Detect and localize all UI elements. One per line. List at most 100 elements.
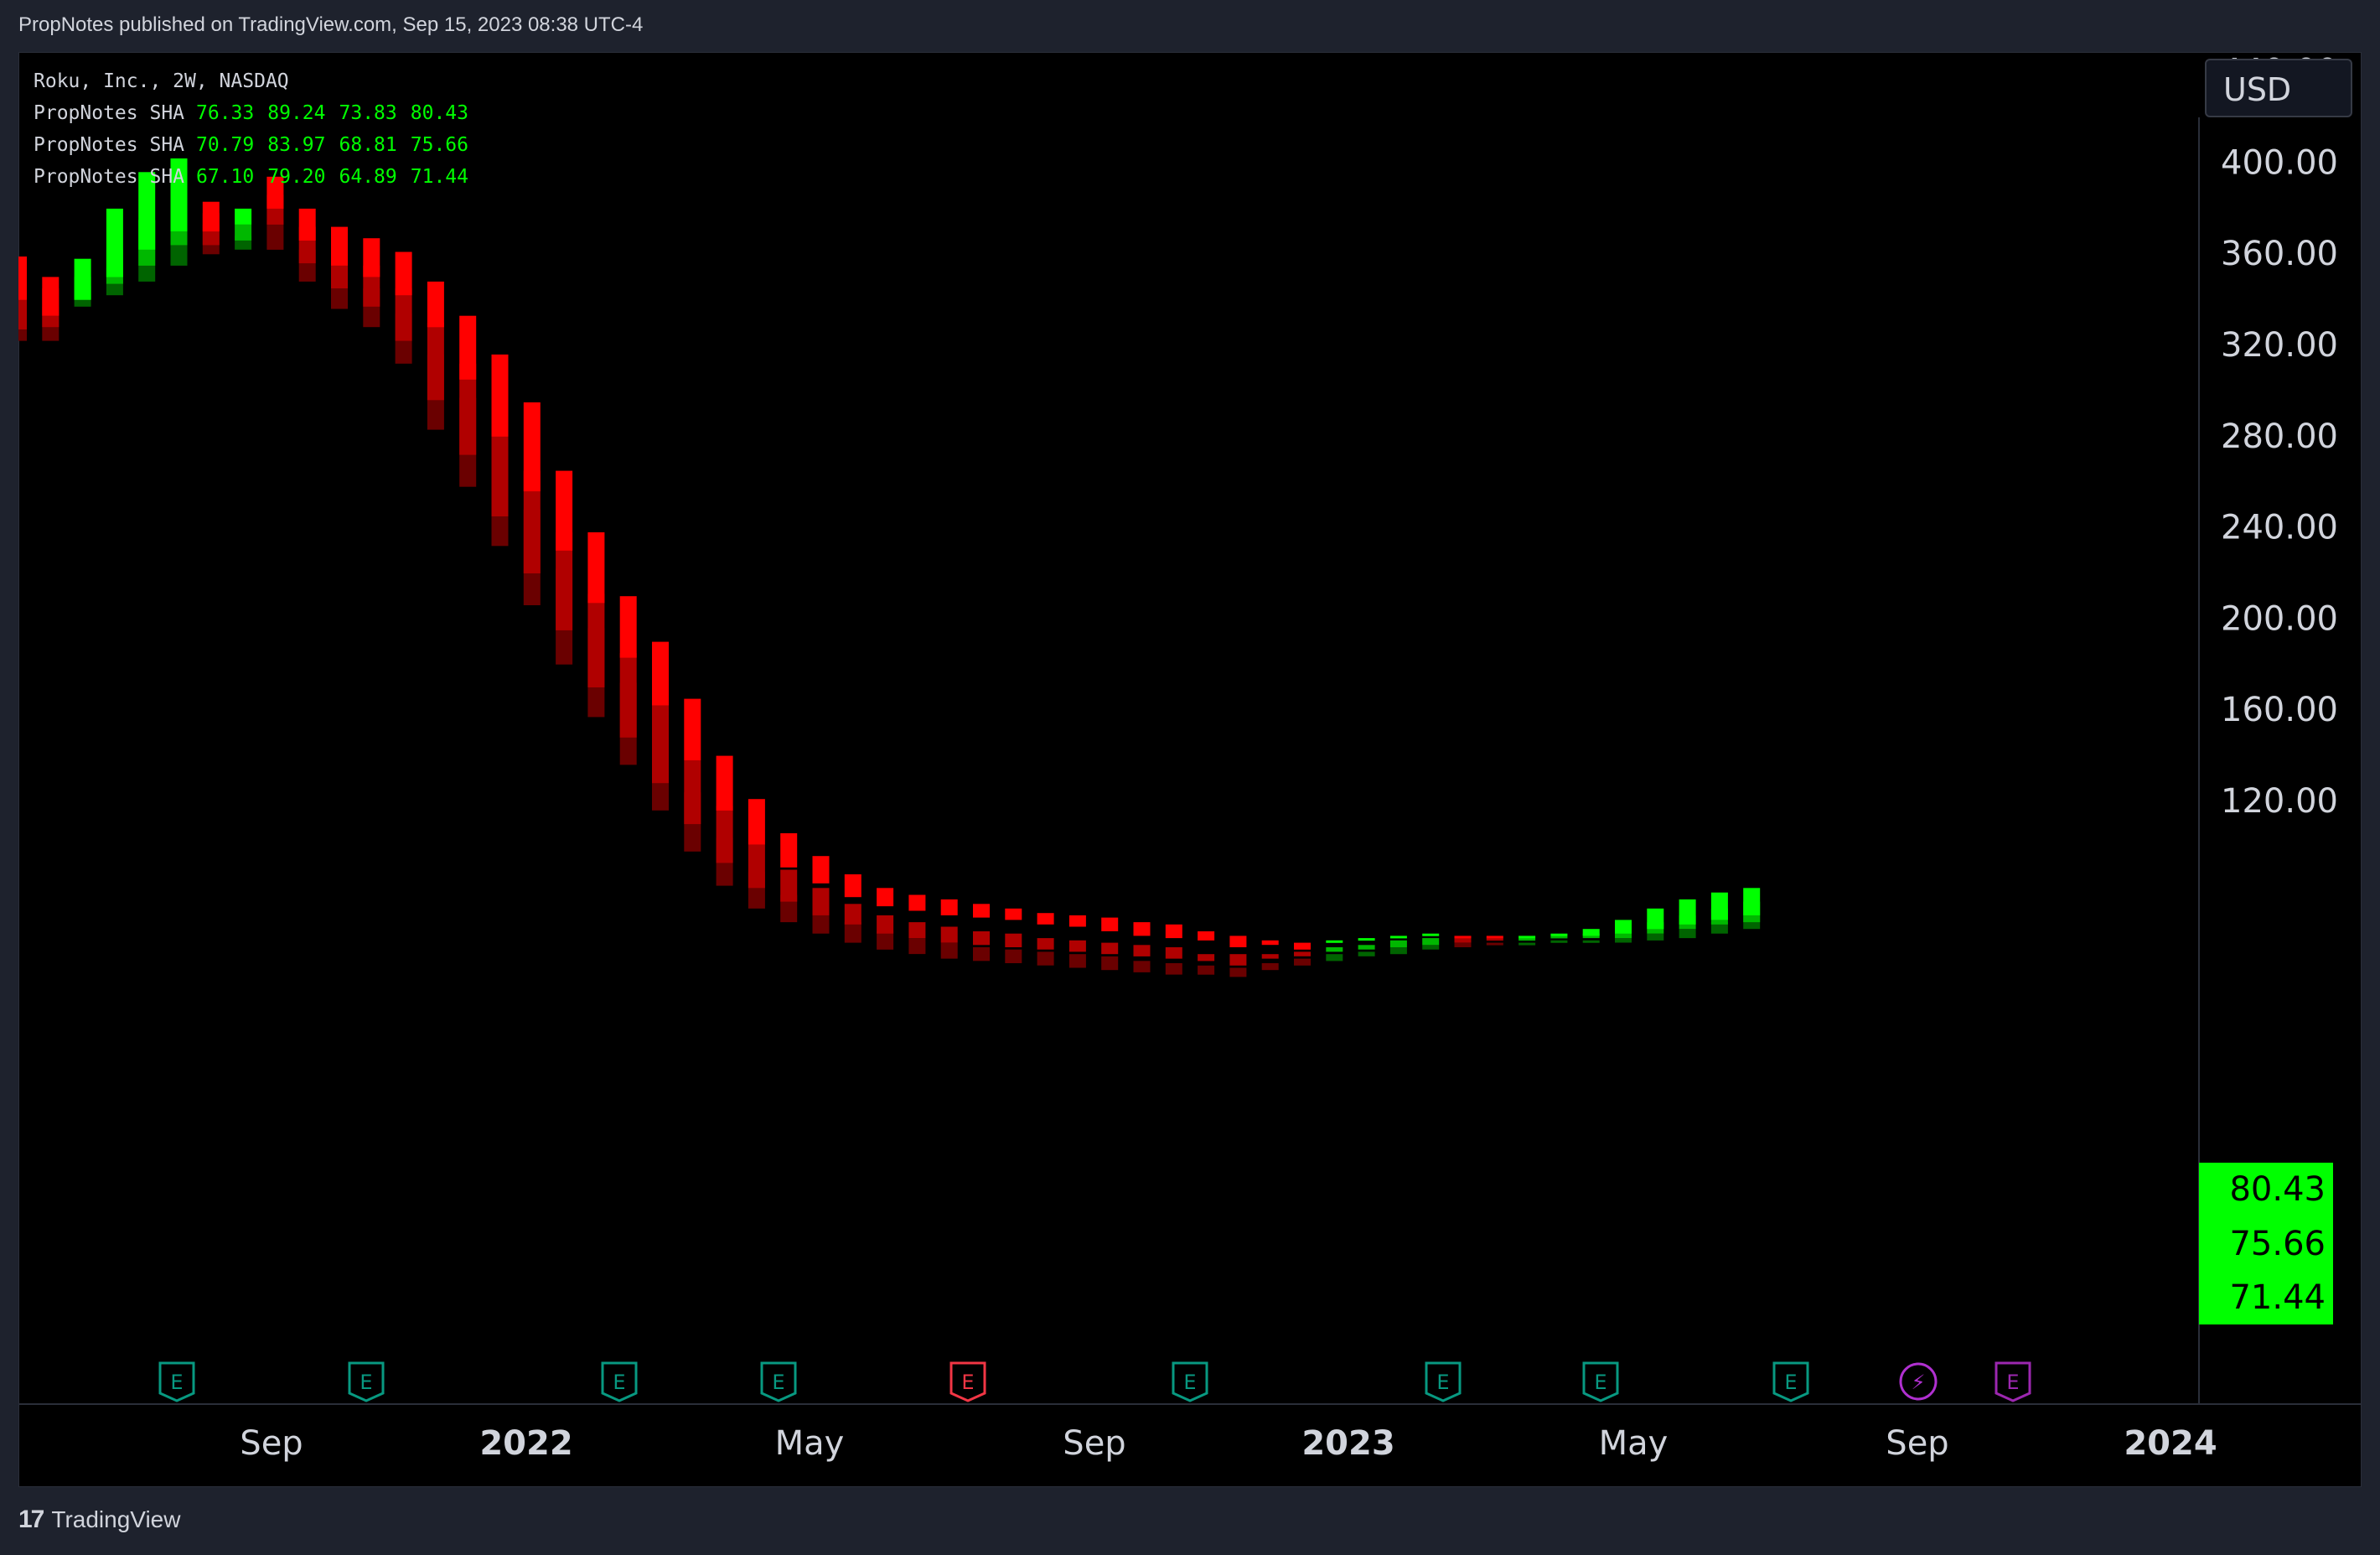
sha-candle[interactable]	[973, 947, 990, 962]
split-event-icon[interactable]: ⚡	[1899, 1362, 1938, 1401]
sha-candle[interactable]	[1198, 965, 1215, 975]
sha-candle[interactable]	[1101, 956, 1119, 971]
sha-candle[interactable]	[1165, 947, 1182, 959]
earnings-event-icon[interactable]: E	[1172, 1361, 1208, 1402]
sha-candle[interactable]	[1261, 963, 1279, 971]
sha-candle[interactable]	[587, 593, 605, 688]
sha-candle[interactable]	[652, 705, 669, 784]
sha-candle[interactable]	[684, 698, 701, 760]
sha-candle[interactable]	[1326, 940, 1343, 943]
sha-candle[interactable]	[877, 931, 894, 950]
sha-candle[interactable]	[459, 315, 477, 380]
sha-candle[interactable]	[1101, 942, 1119, 955]
sha-candle[interactable]	[877, 915, 894, 934]
sha-candle[interactable]	[780, 833, 798, 868]
sha-candle[interactable]	[1133, 945, 1151, 956]
sha-candle[interactable]	[716, 806, 733, 863]
sha-candle[interactable]	[1519, 942, 1536, 946]
sha-candle[interactable]	[1133, 961, 1151, 972]
sha-candle[interactable]	[235, 208, 252, 225]
sha-candle[interactable]	[908, 894, 926, 911]
sha-candle[interactable]	[1679, 899, 1696, 925]
sha-candle[interactable]	[10, 257, 27, 300]
sha-candle[interactable]	[491, 354, 509, 437]
sha-candle[interactable]	[1454, 936, 1472, 939]
sha-candle[interactable]	[331, 226, 348, 266]
sha-candle[interactable]	[1389, 947, 1407, 955]
sha-candle[interactable]	[1582, 940, 1600, 943]
sha-candle[interactable]	[1261, 940, 1279, 946]
sha-candle[interactable]	[1519, 936, 1536, 939]
earnings-event-icon[interactable]: E	[1582, 1361, 1619, 1402]
sha-candle[interactable]	[1101, 917, 1119, 931]
sha-candle[interactable]	[619, 596, 637, 658]
sha-candle[interactable]	[1358, 951, 1375, 956]
sha-candle[interactable]	[1068, 915, 1086, 927]
sha-candle[interactable]	[1229, 967, 1247, 977]
sha-candle[interactable]	[1550, 936, 1568, 939]
earnings-event-icon[interactable]: E	[1425, 1361, 1462, 1402]
sha-candle[interactable]	[1198, 954, 1215, 962]
sha-candle[interactable]	[523, 402, 541, 492]
sha-candle[interactable]	[1486, 936, 1503, 939]
sha-candle[interactable]	[940, 942, 958, 959]
earnings-event-icon[interactable]: E	[1772, 1361, 1809, 1402]
sha-candle[interactable]	[748, 844, 765, 889]
legend-indicator-row[interactable]: PropNotes SHA 70.79 83.97 68.81 75.66	[34, 129, 468, 161]
sha-candle[interactable]	[940, 899, 958, 915]
sha-candle[interactable]	[1198, 931, 1215, 941]
sha-candle[interactable]	[716, 755, 733, 811]
sha-candle[interactable]	[973, 904, 990, 918]
sha-candle[interactable]	[844, 904, 861, 925]
sha-candle[interactable]	[42, 277, 60, 316]
sha-candle[interactable]	[1005, 908, 1022, 920]
sha-candle[interactable]	[1550, 940, 1568, 943]
earnings-event-icon[interactable]: E	[760, 1361, 797, 1402]
sha-candle[interactable]	[1358, 938, 1375, 941]
sha-candle[interactable]	[1422, 938, 1440, 946]
sha-candle[interactable]	[1294, 951, 1311, 956]
earnings-event-icon[interactable]: E	[1995, 1361, 2031, 1402]
sha-candle[interactable]	[1550, 933, 1568, 936]
sha-candle[interactable]	[106, 208, 123, 277]
earnings-event-icon[interactable]: E	[601, 1361, 638, 1402]
sha-candle[interactable]	[1389, 936, 1407, 939]
sha-candle[interactable]	[1615, 938, 1632, 943]
sha-candle[interactable]	[363, 238, 380, 277]
sha-candle[interactable]	[1647, 933, 1664, 941]
sha-candle[interactable]	[908, 922, 926, 939]
legend-indicator-row[interactable]: PropNotes SHA 67.10 79.20 64.89 71.44	[34, 161, 468, 193]
sha-candle[interactable]	[1165, 963, 1182, 975]
sha-candle[interactable]	[1261, 954, 1279, 959]
sha-candle[interactable]	[235, 224, 252, 241]
sha-candle[interactable]	[427, 322, 444, 401]
sha-candle[interactable]	[812, 856, 830, 884]
sha-candle[interactable]	[1229, 954, 1247, 966]
earnings-event-icon[interactable]: E	[949, 1361, 986, 1402]
earnings-event-icon[interactable]: E	[348, 1361, 385, 1402]
sha-candle[interactable]	[556, 470, 573, 551]
sha-candle[interactable]	[1326, 954, 1343, 962]
sha-candle[interactable]	[395, 251, 412, 296]
sha-candle[interactable]	[1037, 913, 1054, 925]
sha-candle[interactable]	[652, 641, 669, 706]
sha-candle[interactable]	[1229, 936, 1247, 947]
sha-candle[interactable]	[1037, 938, 1054, 950]
legend-indicator-row[interactable]: PropNotes SHA 76.33 89.24 73.83 80.43	[34, 97, 468, 129]
sha-candle[interactable]	[1068, 954, 1086, 968]
sha-candle[interactable]	[1294, 942, 1311, 950]
sha-candle[interactable]	[1005, 933, 1022, 947]
sha-candle[interactable]	[1422, 945, 1440, 950]
sha-candle[interactable]	[74, 258, 91, 300]
sha-candle[interactable]	[427, 281, 444, 328]
sha-candle[interactable]	[1454, 938, 1472, 943]
sha-candle[interactable]	[1743, 888, 1761, 915]
sha-candle[interactable]	[619, 653, 637, 738]
sha-candle[interactable]	[1454, 942, 1472, 947]
sha-candle[interactable]	[1068, 940, 1086, 952]
sha-candle[interactable]	[587, 532, 605, 604]
earnings-event-icon[interactable]: E	[158, 1361, 195, 1402]
sha-candle[interactable]	[1615, 920, 1632, 934]
sha-candle[interactable]	[844, 922, 861, 943]
sha-candle[interactable]	[940, 926, 958, 943]
